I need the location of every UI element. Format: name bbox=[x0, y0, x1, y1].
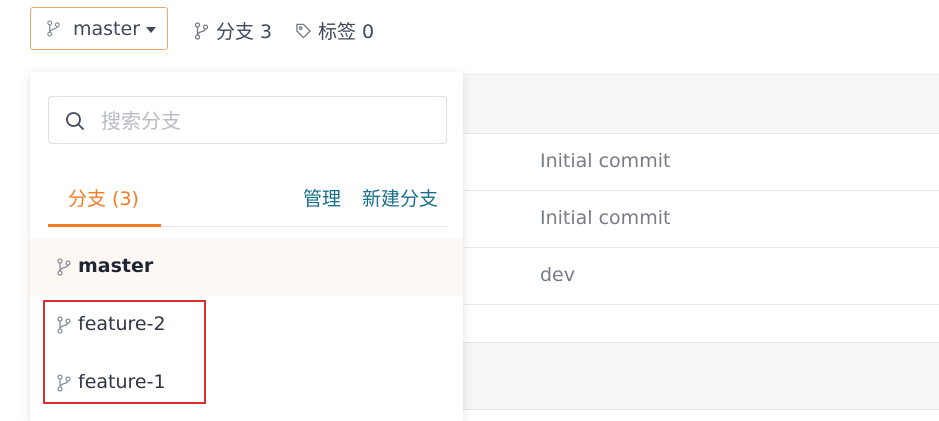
tags-count-link[interactable]: 标签 0 bbox=[295, 17, 374, 44]
branch-tabs: 分支 (3) 管理 新建分支 bbox=[48, 174, 447, 227]
branch-item-master[interactable]: master bbox=[30, 239, 463, 296]
new-branch-link[interactable]: 新建分支 bbox=[362, 184, 438, 211]
branch-name: feature-2 bbox=[78, 313, 166, 335]
branch-name: feature-1 bbox=[78, 371, 166, 393]
tab-branches[interactable]: 分支 (3) bbox=[48, 174, 161, 227]
git-branch-icon bbox=[57, 258, 71, 276]
manage-branches-link[interactable]: 管理 bbox=[303, 184, 341, 211]
commits-table-header bbox=[463, 74, 939, 134]
git-branch-icon bbox=[194, 21, 209, 40]
branch-item-feature-1[interactable]: feature-1 bbox=[30, 355, 463, 412]
table-footer bbox=[463, 343, 939, 410]
tag-icon bbox=[296, 23, 312, 39]
branch-search-box[interactable] bbox=[48, 96, 447, 144]
branch-name: master bbox=[78, 255, 154, 277]
branch-item-feature-2[interactable]: feature-2 bbox=[30, 297, 463, 354]
branch-search-input[interactable] bbox=[99, 105, 433, 137]
repo-toolbar: master 分支 3 标签 0 bbox=[0, 0, 939, 62]
commit-row[interactable]: dev bbox=[463, 247, 939, 305]
commits-table: Initial commit Initial commit dev bbox=[463, 74, 939, 421]
branches-count-label: 分支 3 bbox=[216, 21, 273, 43]
tab-branches-label: 分支 (3) bbox=[68, 188, 139, 210]
git-branch-icon bbox=[57, 316, 71, 334]
branches-count-link[interactable]: 分支 3 bbox=[193, 17, 272, 44]
branch-dropdown: 分支 (3) 管理 新建分支 master feature-2 feature-… bbox=[30, 72, 463, 421]
commit-row[interactable]: Initial commit bbox=[463, 133, 939, 191]
git-branch-icon bbox=[57, 374, 71, 392]
caret-down-icon bbox=[146, 27, 156, 33]
tags-count-label: 标签 0 bbox=[318, 21, 375, 43]
commit-message[interactable]: Initial commit bbox=[540, 207, 670, 229]
commit-message[interactable]: Initial commit bbox=[540, 150, 670, 172]
current-branch-label: master bbox=[73, 18, 141, 40]
commit-row[interactable]: Initial commit bbox=[463, 190, 939, 248]
commit-message[interactable]: dev bbox=[540, 264, 575, 286]
git-branch-icon bbox=[47, 20, 60, 37]
branch-select-button[interactable]: master bbox=[30, 7, 168, 50]
search-icon bbox=[66, 112, 85, 131]
